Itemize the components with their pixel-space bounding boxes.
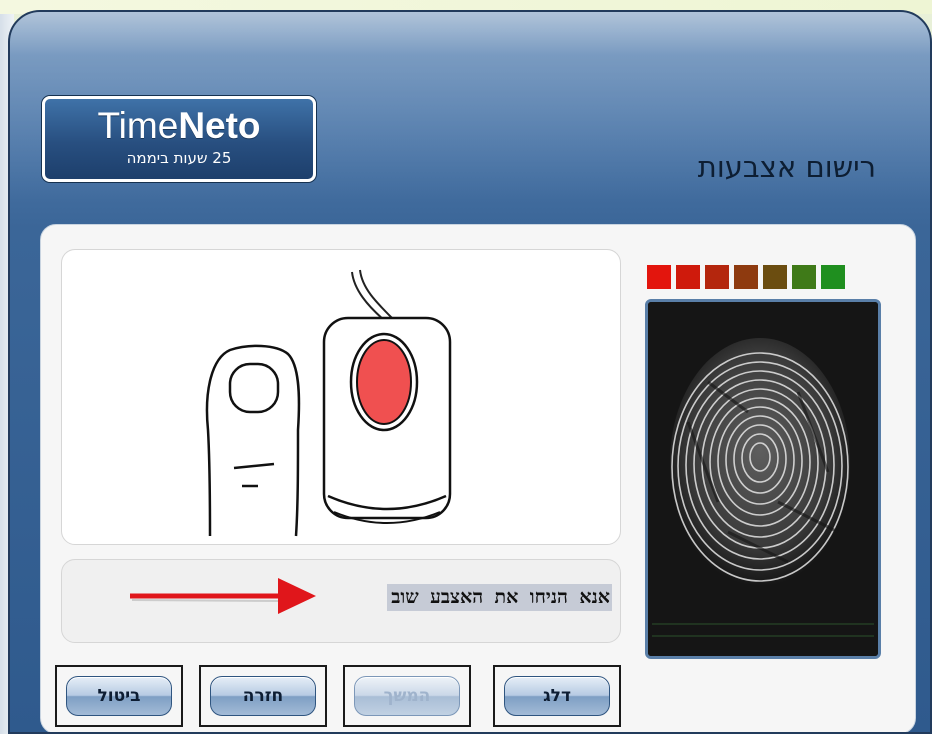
- back-button[interactable]: חזרה: [210, 676, 316, 716]
- content-panel: אנא הניחו את האצבע שוב ביטול חזרה המשך ד…: [40, 224, 916, 732]
- quality-segment: [763, 265, 787, 289]
- fingerprint-icon: [648, 302, 878, 656]
- timeneto-logo: TimeNeto 25 שעות ביממה: [42, 96, 316, 182]
- quality-segment: [734, 265, 758, 289]
- red-arrow-icon: [130, 578, 316, 614]
- quality-segment: [676, 265, 700, 289]
- quality-segment: [705, 265, 729, 289]
- back-button-frame: חזרה: [199, 665, 327, 727]
- fingerprint-scan-image: [645, 299, 881, 659]
- continue-button[interactable]: המשך: [354, 676, 460, 716]
- logo-brand-bold: Neto: [178, 105, 261, 146]
- instruction-panel: אנא הניחו את האצבע שוב: [61, 559, 621, 643]
- quality-segment: [792, 265, 816, 289]
- cancel-button[interactable]: ביטול: [66, 676, 172, 716]
- fingerprint-enrollment-window: TimeNeto 25 שעות ביממה רישום אצבעות אנא …: [8, 10, 932, 734]
- quality-segment: [647, 265, 671, 289]
- instruction-text: אנא הניחו את האצבע שוב: [387, 584, 612, 611]
- skip-button-frame: דלג: [493, 665, 621, 727]
- logo-brand: TimeNeto: [45, 105, 313, 147]
- logo-brand-light: Time: [97, 105, 179, 146]
- logo-tagline: 25 שעות ביממה: [126, 149, 232, 167]
- skip-button[interactable]: דלג: [504, 676, 610, 716]
- quality-segment: [821, 265, 845, 289]
- continue-button-frame: המשך: [343, 665, 471, 727]
- window-title: רישום אצבעות: [697, 150, 876, 184]
- cancel-button-frame: ביטול: [55, 665, 183, 727]
- quality-meter: [647, 265, 845, 289]
- finger-illustration-panel: [61, 249, 621, 545]
- finger-on-scanner-icon: [205, 269, 452, 537]
